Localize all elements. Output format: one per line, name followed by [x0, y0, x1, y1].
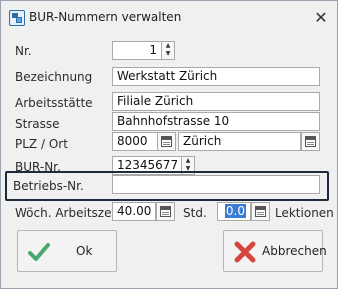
arbeitsstaette-field[interactable]: Filiale Zürich: [112, 92, 320, 111]
plz-field[interactable]: 8000: [112, 132, 158, 151]
ort-lookup-button[interactable]: [301, 132, 320, 151]
calculator-icon: [255, 206, 266, 217]
bezeichnung-field[interactable]: Werkstatt Zürich: [112, 67, 320, 86]
arbeitszeit-calculator-button[interactable]: [156, 202, 175, 221]
spin-up-icon[interactable]: ▲: [162, 42, 174, 50]
title-bar: BUR-Nummern verwalten ✕: [1, 1, 337, 33]
nr-label: Nr.: [15, 44, 32, 58]
ok-button[interactable]: Ok: [17, 230, 117, 272]
plz-lookup-button[interactable]: [157, 132, 176, 151]
nr-spinner[interactable]: ▲ ▼: [161, 41, 175, 60]
strasse-field[interactable]: Bahnhofstrasse 10: [112, 112, 320, 131]
bezeichnung-label: Bezeichnung: [15, 70, 93, 84]
nr-field[interactable]: 1: [112, 41, 162, 60]
app-icon: [9, 10, 25, 26]
calendar-icon: [305, 136, 316, 147]
lektionen-calculator-button[interactable]: [251, 202, 270, 221]
calendar-icon: [161, 136, 172, 147]
checkmark-icon: [28, 243, 50, 261]
arbeitsstaette-label: Arbeitsstätte: [15, 96, 93, 110]
spin-up-icon[interactable]: ▲: [182, 157, 194, 165]
close-icon[interactable]: ✕: [312, 9, 330, 27]
betriebs-nr-field[interactable]: [112, 175, 320, 194]
arbeitszeit-field[interactable]: 40.00: [112, 202, 156, 221]
cancel-button[interactable]: Abbrechen: [223, 230, 327, 272]
plz-ort-label: PLZ / Ort: [15, 137, 68, 151]
spin-down-icon[interactable]: ▼: [162, 50, 174, 58]
ok-button-label: Ok: [76, 244, 93, 258]
dialog-window: BUR-Nummern verwalten ✕ Nr. 1 ▲ ▼ Bezeic…: [0, 0, 338, 289]
lektionen-value: 0.0: [224, 204, 246, 218]
x-icon: [234, 241, 256, 263]
lektionen-unit: Lektionen: [275, 206, 334, 220]
strasse-label: Strasse: [15, 117, 60, 131]
ort-field[interactable]: Zürich: [178, 132, 301, 151]
lektionen-field[interactable]: 0.0: [217, 202, 251, 221]
window-title: BUR-Nummern verwalten: [29, 10, 182, 24]
arbeitszeit-unit: Std.: [183, 206, 207, 220]
betriebs-nr-label: Betriebs-Nr.: [13, 179, 84, 193]
arbeitszeit-label: Wöch. Arbeitszeit: [15, 206, 120, 220]
calculator-icon: [160, 206, 171, 217]
cancel-button-label: Abbrechen: [262, 244, 327, 258]
